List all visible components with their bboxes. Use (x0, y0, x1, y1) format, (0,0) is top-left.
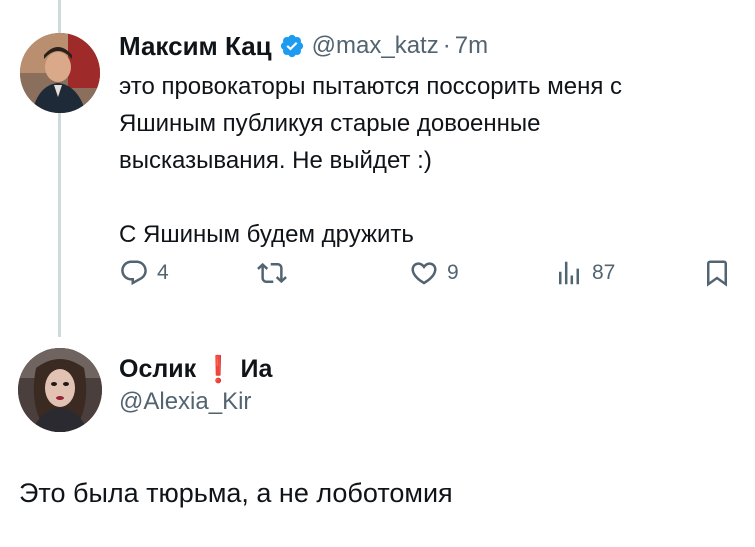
reply-author-handle[interactable]: @Alexia_Kir (119, 388, 251, 416)
exclamation-icon: ❗ (202, 354, 235, 384)
separator-dot: · (442, 32, 451, 59)
tweet-thread: Максим Кац @max_katz · 7m это провокатор… (0, 0, 755, 547)
like-button[interactable]: 9 (409, 256, 459, 290)
avatar-image (18, 348, 102, 432)
tweet-text-line: С Яшиным будем дружить (119, 221, 414, 248)
like-count: 9 (447, 261, 459, 284)
retweet-button[interactable] (257, 256, 295, 290)
display-name: Ослик (119, 355, 197, 383)
handle[interactable]: @max_katz (312, 32, 439, 60)
avatar-max-katz[interactable] (20, 33, 100, 113)
heart-icon (411, 262, 437, 285)
tweet-text-line: это провокаторы пытаются поссорить меня … (119, 73, 622, 100)
timestamp[interactable]: 7m (455, 32, 488, 60)
tweet-text-line: высказывания. Не выйдет :) (119, 147, 432, 174)
display-name[interactable]: Максим Кац (119, 31, 272, 62)
tweet-text: это провокаторы пытаются поссорить меня … (119, 68, 755, 253)
reply-icon (121, 260, 147, 286)
avatar-image (20, 33, 100, 113)
reply-button[interactable]: 4 (119, 256, 169, 290)
tweet-header: Максим Кац @max_katz · 7m (119, 27, 488, 65)
verified-badge-icon (279, 33, 305, 59)
views-count: 87 (592, 261, 616, 284)
display-name-suffix: Иа (240, 355, 273, 383)
tweet-text-line (119, 179, 755, 216)
reply-count: 4 (157, 261, 169, 284)
reply-author-name[interactable]: Ослик ❗ Иа (119, 354, 272, 385)
reply-tweet-text: Это была тюрьма, а не лоботомия (19, 478, 453, 508)
bookmark-icon (707, 260, 727, 287)
bookmark-button[interactable] (702, 256, 732, 290)
tweet-text-line: Яшиным публикуя старые довоенные (119, 110, 541, 137)
retweet-icon (257, 262, 287, 284)
tweet-actions: 4 9 87 (119, 256, 739, 290)
views-button[interactable]: 87 (554, 256, 615, 290)
views-chart-icon (559, 261, 579, 285)
avatar-alexia-kir[interactable] (18, 348, 102, 432)
